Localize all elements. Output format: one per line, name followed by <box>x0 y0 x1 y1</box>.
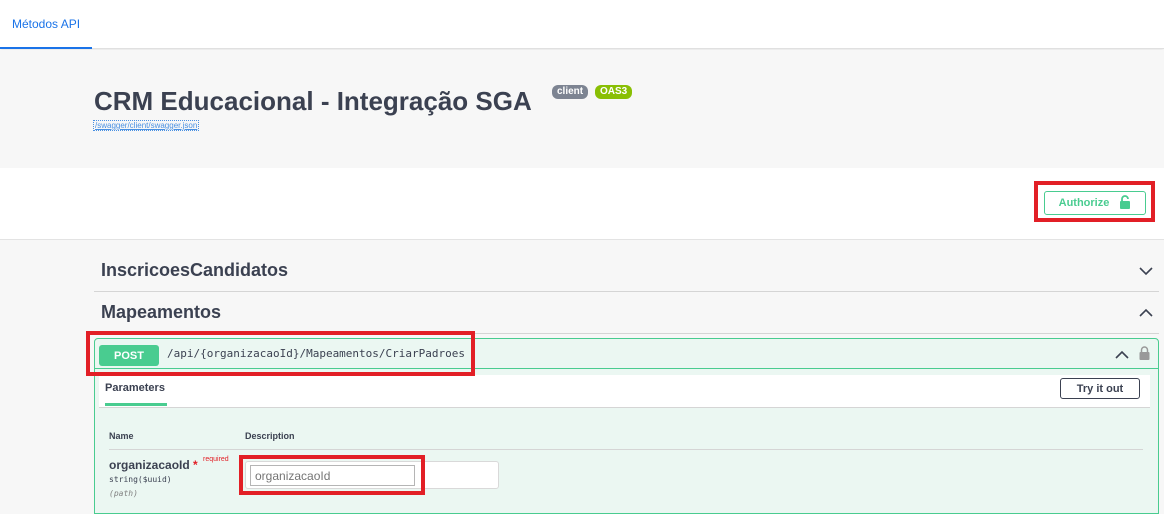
tab-metodos-api[interactable]: Métodos API <box>0 0 93 49</box>
authorize-button[interactable]: Authorize <box>1044 191 1146 215</box>
chevron-up-icon[interactable] <box>1139 302 1153 323</box>
chevron-down-icon[interactable] <box>1139 260 1153 281</box>
operation-highlight <box>86 331 475 376</box>
top-bar: Métodos API <box>0 0 1164 49</box>
client-badge: client <box>552 85 589 99</box>
tab-parameters[interactable]: Parameters <box>105 382 167 406</box>
column-description-header: Description <box>245 431 295 441</box>
parameter-name-text: organizacaoId <box>109 458 190 472</box>
organizacao-id-input[interactable] <box>250 465 415 486</box>
column-name-header: Name <box>109 431 134 441</box>
parameters-header: Parameters Try it out <box>99 375 1150 408</box>
unlock-icon <box>1119 194 1131 212</box>
divider <box>109 449 1143 450</box>
spec-url-link[interactable]: /swagger/client/swagger.json <box>93 120 200 131</box>
oas-version-badge: OAS3 <box>595 85 633 99</box>
tag-mapeamentos[interactable]: Mapeamentos <box>94 292 1159 334</box>
tag-inscricoes-candidatos[interactable]: InscricoesCandidatos <box>94 250 1159 292</box>
parameter-location: (path) <box>109 489 138 498</box>
required-star: * <box>193 458 198 472</box>
parameter-type: string($uuid) <box>109 475 172 484</box>
parameter-name: organizacaoId * <box>109 458 198 472</box>
required-label: required <box>203 456 229 463</box>
auth-bar <box>0 168 1164 240</box>
try-it-out-button[interactable]: Try it out <box>1060 378 1140 399</box>
tag-name: Mapeamentos <box>101 302 222 322</box>
chevron-up-icon[interactable] <box>1115 347 1129 365</box>
authorize-label: Authorize <box>1058 197 1110 209</box>
tag-name: InscricoesCandidatos <box>101 260 289 280</box>
lock-icon[interactable] <box>1139 346 1150 365</box>
page-title: CRM Educacional - Integração SGA <box>94 86 532 116</box>
